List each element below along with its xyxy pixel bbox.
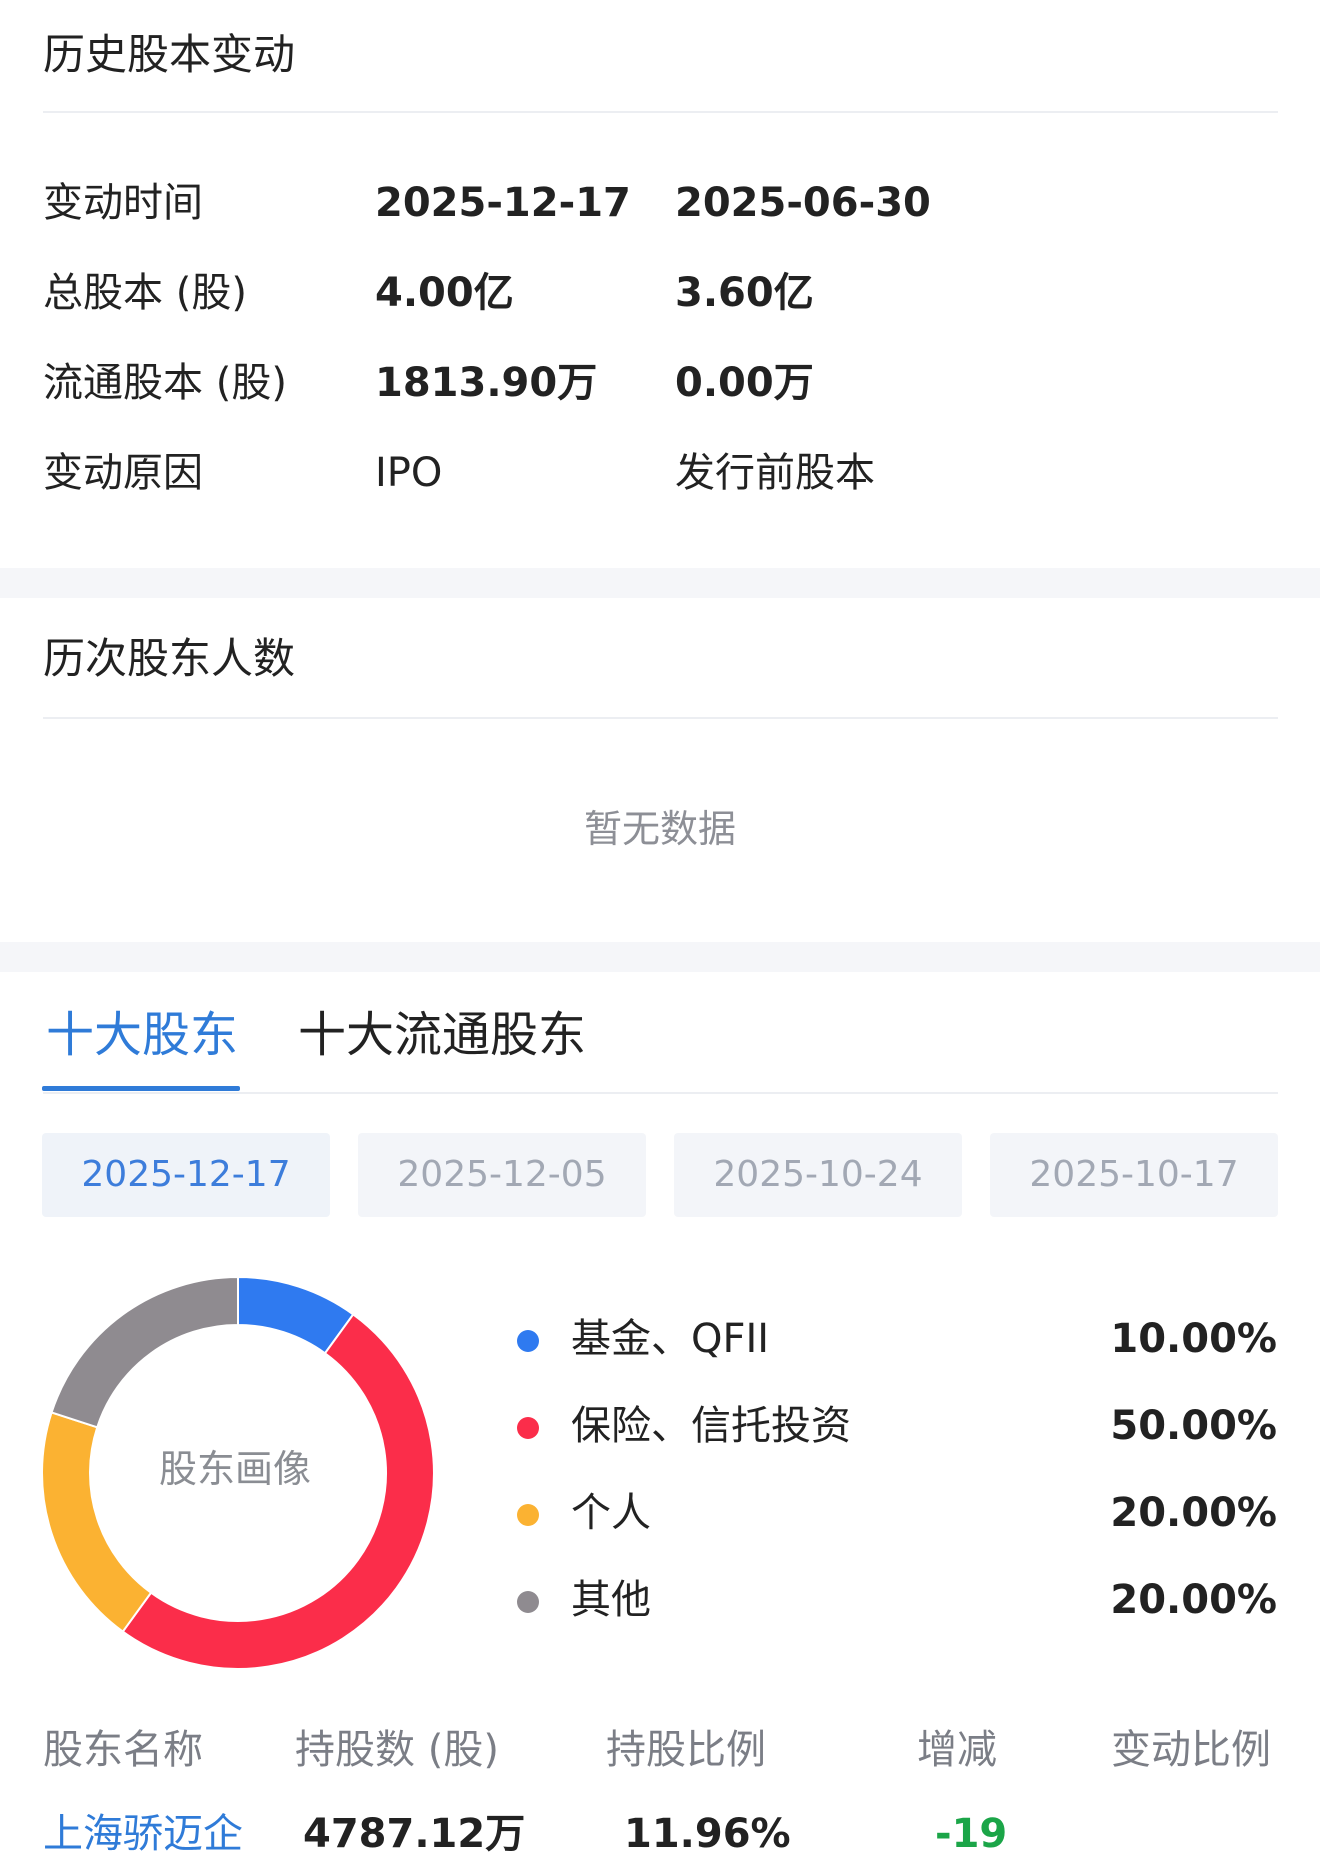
date-chip-3[interactable]: 2025-10-24 [674,1133,962,1217]
legend-label: 个人 [571,1490,651,1536]
donut-center-label: 股东画像 [158,1447,311,1491]
header-holder-name: 股东名称 [43,1727,203,1773]
header-shares: 持股数 (股) [295,1727,499,1773]
legend-percent: 20.00% [1110,1490,1277,1536]
shareholder-count-section: 历次股东人数 暂无数据 [0,598,1320,942]
row-label: 流通股本 (股) [43,360,287,406]
legend-dot [517,1417,539,1439]
row-label: 变动时间 [43,180,203,226]
holder-change: -19 [935,1811,1008,1857]
capital-change-section: 历史股本变动 变动时间 2025-12-17 2025-06-30 总股本 (股… [0,0,1320,568]
divider [43,1092,1278,1094]
date-chip-1[interactable]: 2025-12-17 [42,1133,330,1217]
holder-shares: 4787.12万 [303,1811,526,1857]
row-value-current: 4.00亿 [375,270,514,316]
row-value-previous: 0.00万 [675,360,814,406]
row-value-previous: 3.60亿 [675,270,814,316]
row-value-current: 1813.90万 [375,360,598,406]
legend-dot [517,1330,539,1352]
date-chip-2[interactable]: 2025-12-05 [358,1133,646,1217]
section-gap [0,568,1320,598]
legend-dot [517,1504,539,1526]
holder-name-link[interactable]: 上海骄迈企 [43,1814,243,1854]
legend-label: 其他 [571,1577,651,1623]
empty-state-text: 暂无数据 [583,807,736,851]
donut-slice-insurance [121,1313,435,1670]
legend-dot [517,1591,539,1613]
row-value-current: IPO [375,450,443,496]
legend-item-insurance: 保险、信托投资 50.00% [517,1402,1277,1452]
donut-slice-other [50,1275,239,1429]
tab-top-ten-float-holders[interactable]: 十大流通股东 [298,1011,586,1059]
legend-percent: 10.00% [1110,1316,1277,1362]
row-value-previous: 发行前股本 [675,450,875,496]
legend-label: 基金、QFII [571,1316,770,1362]
row-label: 变动原因 [43,450,203,496]
donut-slice-individual [41,1411,153,1633]
legend-item-other: 其他 20.00% [517,1576,1277,1626]
holder-ratio: 11.96% [624,1811,791,1857]
tab-top-ten-holders[interactable]: 十大股东 [46,1011,238,1059]
header-change: 增减 [917,1727,997,1773]
row-value-previous: 2025-06-30 [675,180,931,226]
legend-item-fund: 基金、QFII 10.00% [517,1315,1277,1365]
legend-label: 保险、信托投资 [571,1403,851,1449]
row-label: 总股本 (股) [43,270,247,316]
legend-percent: 50.00% [1110,1403,1277,1449]
divider [43,111,1278,113]
header-ratio: 持股比例 [606,1727,766,1773]
legend-item-individual: 个人 20.00% [517,1489,1277,1539]
date-chip-4[interactable]: 2025-10-17 [990,1133,1278,1217]
active-tab-indicator [42,1086,240,1091]
header-change-ratio: 变动比例 [1111,1727,1271,1773]
row-value-current: 2025-12-17 [375,180,631,226]
section-title: 历史股本变动 [43,30,296,79]
section-gap [0,942,1320,972]
divider [43,717,1278,719]
section-title: 历次股东人数 [43,634,296,683]
legend-percent: 20.00% [1110,1577,1277,1623]
